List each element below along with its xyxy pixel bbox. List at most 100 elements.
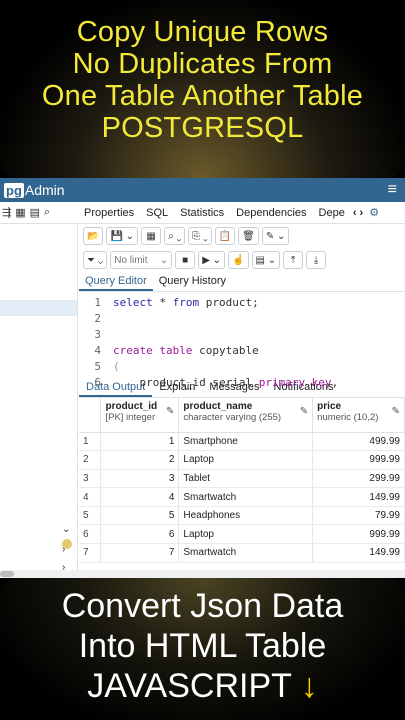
table-row[interactable]: 5 5 Headphones 79.99 [79, 506, 405, 526]
cell-product-id[interactable]: 3 [100, 469, 180, 489]
edit-pencil-icon[interactable]: ✎ [300, 406, 308, 417]
grid-icon[interactable]: ▤ [30, 206, 40, 219]
line-number: 6 [94, 376, 101, 389]
horizontal-scrollbar[interactable] [0, 570, 405, 578]
tab-scroll-arrows[interactable]: ‹ › [353, 207, 363, 219]
delete-icon[interactable]: 🗑 [238, 227, 259, 245]
open-file-icon[interactable]: 📂 [83, 227, 104, 245]
stop-icon[interactable]: ■ [175, 251, 196, 269]
selected-tree-row[interactable] [0, 300, 77, 316]
cell-product-id[interactable]: 5 [100, 506, 180, 526]
sql-keyword: create table [113, 344, 193, 357]
cell-product-id[interactable]: 2 [100, 450, 180, 470]
column-type: character varying (255) [183, 412, 282, 423]
paste-icon[interactable]: 📋 [214, 227, 236, 245]
scrollbar-thumb[interactable] [0, 571, 14, 577]
sql-text: copytable [192, 344, 259, 357]
cell-price[interactable]: 149.99 [312, 543, 405, 563]
cell-price[interactable]: 149.99 [312, 487, 405, 507]
result-grid: product_id [PK] integer ✎ product_name c… [79, 398, 405, 563]
tab-sql[interactable]: SQL [140, 207, 174, 219]
cell-product-id[interactable]: 7 [100, 543, 180, 563]
find-icon[interactable]: ⌕ ⌄ [164, 227, 186, 245]
row-number: 1 [79, 432, 102, 452]
object-browser: ⌄ › › › › [0, 224, 78, 578]
pgadmin-window: pg Admin ≡ ⇶ ▦ ▤ ⌕ Properties SQL Statis… [0, 178, 405, 578]
row-number: 5 [79, 506, 102, 526]
cell-product-id[interactable]: 1 [100, 432, 180, 452]
tab-query-history[interactable]: Query History [153, 272, 232, 291]
cell-product-name[interactable]: Tablet [178, 469, 314, 489]
table-row[interactable]: 3 3 Tablet 299.99 [79, 469, 405, 489]
column-header-product-id[interactable]: product_id [PK] integer ✎ [100, 398, 180, 433]
table-row[interactable]: 7 7 Smartwatch 149.99 [79, 543, 405, 563]
cell-price[interactable]: 999.99 [312, 524, 405, 545]
editor-tabs: Query Editor Query History [79, 272, 405, 292]
search-icon[interactable]: ⌕ [44, 206, 50, 219]
cell-product-name[interactable]: Smartwatch [178, 543, 314, 563]
save-icon[interactable]: 💾 ⌄ [106, 227, 139, 245]
table-icon[interactable]: ▦ [15, 206, 25, 219]
tab-statistics[interactable]: Statistics [174, 207, 230, 219]
table-row[interactable]: 6 6 Laptop 999.99 [79, 524, 405, 545]
row-number: 3 [79, 469, 102, 489]
code-line: ( [113, 360, 120, 373]
cell-price[interactable]: 999.99 [312, 450, 405, 470]
banner-title-line: No Duplicates From [72, 48, 333, 80]
cell-product-name[interactable]: Headphones [178, 506, 314, 526]
sql-text: * [152, 296, 173, 309]
sql-keyword: from [172, 296, 200, 309]
table-row[interactable]: 1 1 Smartphone 499.99 [79, 432, 405, 452]
banner-title-text: JAVASCRIPT [87, 667, 292, 705]
cell-product-id[interactable]: 6 [100, 524, 180, 545]
tab-query-editor[interactable]: Query Editor [79, 272, 153, 291]
cell-price[interactable]: 299.99 [312, 469, 405, 489]
cell-product-name[interactable]: Laptop [178, 524, 314, 545]
tab-dependencies[interactable]: Dependencies [230, 207, 312, 219]
app-titlebar: pg Admin ≡ [0, 178, 405, 202]
row-number: 4 [79, 487, 102, 507]
row-number-header [79, 398, 102, 433]
copy-icon[interactable]: ⎘ ⌄ [188, 227, 212, 245]
cell-product-id[interactable]: 4 [100, 487, 180, 507]
cell-product-name[interactable]: Smartwatch [178, 487, 314, 507]
query-tool: 📂 💾 ⌄ ▦ ⌕ ⌄ ⎘ ⌄ 📋 🗑 ✎ ⌄ ⏷ ⌄ No limit ⌄ ■ … [79, 224, 405, 578]
cell-price[interactable]: 79.99 [312, 506, 405, 526]
sql-text: product_id serial [113, 376, 259, 389]
chevron-right-icon[interactable]: › [62, 544, 65, 555]
line-number: 1 [94, 296, 101, 309]
cell-product-name[interactable]: Laptop [178, 450, 314, 470]
query-toolbar-2: ⏷ ⌄ No limit ⌄ ■ ▶ ⌄ ☝ ▤ ⌄ ⤒ ⤓ [79, 248, 405, 272]
commit-icon[interactable]: ⤒ [283, 251, 304, 269]
tab-dependents[interactable]: Depe [313, 207, 351, 219]
query-tool-tab-icon[interactable]: ⚙ [369, 206, 379, 219]
server-icon[interactable]: ⇶ [2, 206, 11, 219]
column-header-product-name[interactable]: product_name character varying (255) ✎ [178, 398, 314, 433]
table-row[interactable]: 2 2 Laptop 999.99 [79, 450, 405, 470]
sql-editor[interactable]: 1 2 3 4 5 6 select * from product; creat… [79, 292, 405, 389]
row-limit-value: No limit [114, 254, 148, 266]
row-limit-select[interactable]: No limit ⌄ [110, 251, 173, 269]
cell-product-name[interactable]: Smartphone [178, 432, 314, 452]
filter-icon[interactable]: ⏷ ⌄ [83, 251, 108, 269]
code-line: select * from product; [113, 296, 259, 309]
column-header-price[interactable]: price numeric (10,2) ✎ [312, 398, 405, 433]
sql-text: product; [199, 296, 259, 309]
edit-pencil-icon[interactable]: ✎ [392, 406, 400, 417]
explain-analyze-icon[interactable]: ▤ ⌄ [251, 251, 281, 269]
top-banner: Copy Unique Rows No Duplicates From One … [0, 0, 405, 178]
edit-pencil-icon[interactable]: ✎ [166, 406, 174, 417]
rollback-icon[interactable]: ⤓ [306, 251, 327, 269]
edit-icon[interactable]: ▦ [141, 227, 162, 245]
table-row[interactable]: 4 4 Smartwatch 149.99 [79, 487, 405, 507]
execute-icon[interactable]: ▶ ⌄ [198, 251, 226, 269]
sql-text: , [331, 376, 339, 389]
query-toolbar-1: 📂 💾 ⌄ ▦ ⌕ ⌄ ⎘ ⌄ 📋 🗑 ✎ ⌄ [79, 224, 405, 248]
column-name: product_id [105, 401, 158, 412]
tab-properties[interactable]: Properties [78, 207, 140, 219]
cell-price[interactable]: 499.99 [312, 432, 405, 452]
explain-icon[interactable]: ☝ [228, 251, 249, 269]
menu-icon[interactable]: ≡ [388, 181, 397, 199]
edit-tools-icon[interactable]: ✎ ⌄ [261, 227, 290, 245]
chevron-down-icon[interactable]: ⌄ [62, 524, 70, 535]
